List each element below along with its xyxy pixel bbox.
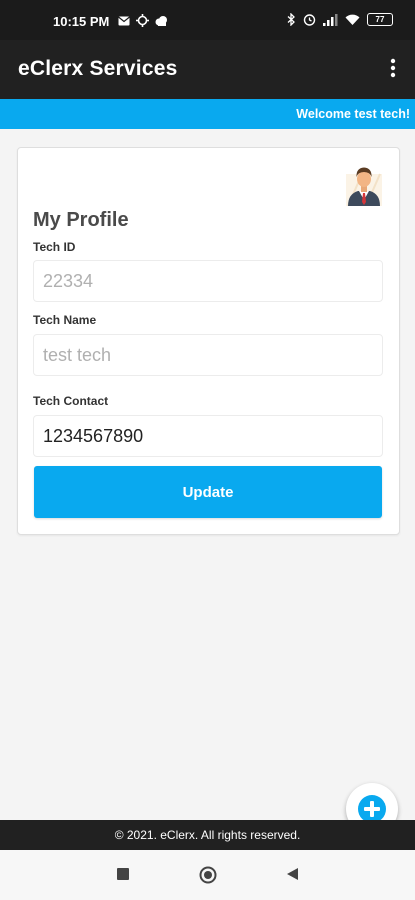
back-triangle-icon[interactable] bbox=[286, 867, 299, 881]
status-bar: 10:15 PM 77 bbox=[0, 0, 415, 40]
welcome-text: Welcome test tech! bbox=[296, 107, 410, 121]
tech-contact-input[interactable] bbox=[33, 415, 383, 457]
status-left-icons bbox=[118, 14, 168, 27]
welcome-banner: Welcome test tech! bbox=[0, 99, 415, 129]
overflow-menu-button[interactable] bbox=[385, 57, 401, 81]
app-bar: eClerx Services bbox=[0, 40, 415, 99]
tech-name-input[interactable] bbox=[33, 334, 383, 376]
avatar bbox=[346, 167, 382, 206]
message-icon bbox=[118, 16, 130, 25]
battery-icon: 77 bbox=[367, 13, 393, 26]
update-button[interactable]: Update bbox=[34, 466, 382, 518]
tech-contact-label: Tech Contact bbox=[33, 394, 109, 408]
wifi-icon bbox=[345, 14, 360, 25]
system-nav-bar bbox=[0, 850, 415, 900]
status-right-icons: 77 bbox=[287, 13, 393, 26]
status-time: 10:15 PM bbox=[53, 14, 110, 29]
crosshair-icon bbox=[136, 14, 149, 27]
bluetooth-icon bbox=[287, 13, 295, 26]
copyright-text: © 2021. eClerx. All rights reserved. bbox=[114, 828, 301, 842]
profile-card: My Profile Tech ID Tech Name Tech Contac… bbox=[17, 147, 400, 535]
footer: © 2021. eClerx. All rights reserved. bbox=[0, 820, 415, 850]
home-circle-icon[interactable] bbox=[199, 866, 217, 884]
app-title: eClerx Services bbox=[18, 57, 178, 80]
more-vertical-icon bbox=[390, 58, 396, 78]
page-title: My Profile bbox=[33, 209, 129, 231]
tech-id-label: Tech ID bbox=[33, 240, 76, 254]
tech-name-label: Tech Name bbox=[33, 313, 97, 327]
tech-id-input[interactable] bbox=[33, 260, 383, 302]
alarm-icon bbox=[303, 14, 316, 26]
recents-square-icon[interactable] bbox=[116, 867, 130, 881]
signal-icon bbox=[323, 13, 338, 26]
cloud-icon bbox=[155, 15, 167, 26]
